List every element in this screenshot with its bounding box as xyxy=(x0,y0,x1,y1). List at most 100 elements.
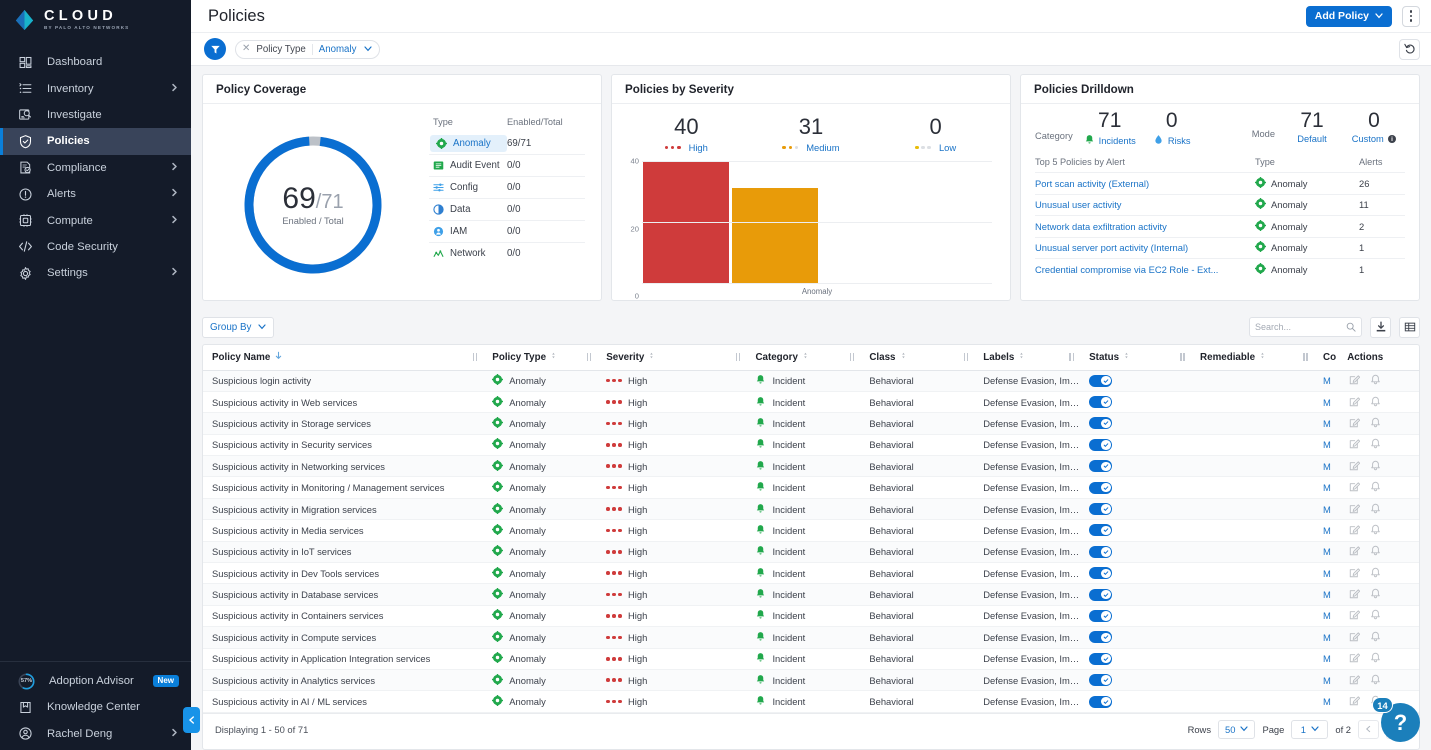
column-header-labels[interactable]: Labels xyxy=(974,345,1081,371)
collapse-sidebar-button[interactable] xyxy=(183,707,200,733)
compliance-value[interactable]: M xyxy=(1323,397,1331,408)
sort-icon[interactable] xyxy=(648,351,656,363)
coverage-row[interactable]: Network 0/0 xyxy=(429,242,585,264)
table-row[interactable]: Suspicious activity in Web services Anom… xyxy=(203,391,1419,414)
table-row[interactable]: Suspicious activity in Media services An… xyxy=(203,519,1419,542)
rows-per-page-select[interactable]: 50 xyxy=(1218,719,1256,739)
sort-icon[interactable] xyxy=(550,351,558,363)
cell-policy-name[interactable]: Suspicious activity in Dev Tools service… xyxy=(203,562,484,585)
drilldown-policy-link[interactable]: Unusual server port activity (Internal) xyxy=(1035,242,1255,253)
table-row[interactable]: Suspicious activity in Compute services … xyxy=(203,626,1419,649)
severity-stat-high[interactable]: 40 High xyxy=(624,116,749,153)
coverage-row[interactable]: Audit Event 0/0 xyxy=(429,154,585,176)
column-resize-handle[interactable] xyxy=(586,353,592,362)
status-toggle[interactable] xyxy=(1089,503,1113,516)
severity-stat-medium[interactable]: 31 Medium xyxy=(749,116,874,153)
column-header-policy-type[interactable]: Policy Type xyxy=(483,345,598,371)
status-toggle[interactable] xyxy=(1089,588,1113,601)
cell-policy-name[interactable]: Suspicious activity in Security services xyxy=(203,434,484,457)
coverage-row[interactable]: Config 0/0 xyxy=(429,176,585,198)
bell-icon[interactable] xyxy=(1370,588,1381,601)
bell-icon[interactable] xyxy=(1370,567,1381,580)
edit-icon[interactable] xyxy=(1349,695,1361,708)
bell-icon[interactable] xyxy=(1370,460,1381,473)
sidebar-item-inventory[interactable]: Inventory xyxy=(0,75,191,101)
compliance-value[interactable]: M xyxy=(1323,653,1331,664)
status-toggle[interactable] xyxy=(1089,674,1113,687)
cell-policy-name[interactable]: Suspicious activity in Networking servic… xyxy=(203,455,484,478)
edit-icon[interactable] xyxy=(1349,567,1361,580)
column-header-remediable[interactable]: Remediable xyxy=(1191,345,1315,371)
download-button[interactable] xyxy=(1370,316,1391,338)
severity-stat-low[interactable]: 0 Low xyxy=(873,116,998,153)
status-toggle[interactable] xyxy=(1089,524,1113,537)
status-toggle[interactable] xyxy=(1089,374,1113,387)
drilldown-metric-incidents[interactable]: 71 Incidents xyxy=(1079,110,1141,147)
filter-chip-policy-type[interactable]: ✕ Policy Type Anomaly xyxy=(235,39,381,59)
bell-icon[interactable] xyxy=(1370,503,1381,516)
info-icon[interactable]: i xyxy=(1387,134,1397,144)
column-header-policy-name[interactable]: Policy Name xyxy=(203,345,484,371)
help-button[interactable]: ? 14 xyxy=(1372,697,1420,742)
table-row[interactable]: Suspicious activity in Application Integ… xyxy=(203,648,1419,670)
drilldown-metric-custom[interactable]: 0 Custom i xyxy=(1343,110,1405,144)
compliance-value[interactable]: M xyxy=(1323,504,1331,515)
compliance-value[interactable]: M xyxy=(1323,568,1331,579)
sidebar-item-investigate[interactable]: Investigate xyxy=(0,102,191,128)
column-resize-handle[interactable] xyxy=(963,353,969,362)
column-resize-handle[interactable] xyxy=(1069,353,1075,362)
drilldown-policy-link[interactable]: Network data exfiltration activity xyxy=(1035,221,1255,232)
column-resize-handle[interactable] xyxy=(849,353,855,362)
compliance-value[interactable]: M xyxy=(1323,525,1331,536)
edit-icon[interactable] xyxy=(1349,460,1361,473)
column-header-severity[interactable]: Severity xyxy=(597,345,747,371)
cell-policy-name[interactable]: Suspicious activity in IoT services xyxy=(203,541,484,564)
compliance-value[interactable]: M xyxy=(1323,610,1331,621)
compliance-value[interactable]: M xyxy=(1323,439,1331,450)
search-box[interactable] xyxy=(1249,317,1362,337)
cell-policy-name[interactable]: Suspicious activity in Media services xyxy=(203,519,484,542)
compliance-value[interactable]: M xyxy=(1323,375,1331,386)
sidebar-item-adoption-advisor[interactable]: 57% Adoption Advisor New xyxy=(0,668,191,694)
bell-icon[interactable] xyxy=(1370,374,1381,387)
sidebar-item-knowledge-center[interactable]: Knowledge Center xyxy=(0,694,191,720)
edit-icon[interactable] xyxy=(1349,674,1361,687)
bell-icon[interactable] xyxy=(1370,396,1381,409)
column-resize-handle[interactable] xyxy=(735,353,741,362)
cell-policy-name[interactable]: Suspicious activity in Analytics service… xyxy=(203,669,484,692)
bell-icon[interactable] xyxy=(1370,674,1381,687)
table-row[interactable]: Suspicious activity in Migration service… xyxy=(203,498,1419,521)
group-by-button[interactable]: Group By xyxy=(202,316,275,338)
drilldown-policy-link[interactable]: Unusual user activity xyxy=(1035,199,1255,210)
app-logo[interactable]: CLOUD BY PALO ALTO NETWORKS xyxy=(0,0,191,40)
status-toggle[interactable] xyxy=(1089,417,1113,430)
status-toggle[interactable] xyxy=(1089,481,1113,494)
coverage-row[interactable]: IAM 0/0 xyxy=(429,220,585,242)
compliance-value[interactable]: M xyxy=(1323,696,1331,707)
remove-filter-icon[interactable]: ✕ xyxy=(242,44,250,54)
page-select[interactable]: 1 xyxy=(1291,719,1329,739)
sidebar-item-compliance[interactable]: Compliance xyxy=(0,155,191,181)
coverage-row[interactable]: Data 0/0 xyxy=(429,198,585,220)
sidebar-item-rachel-deng[interactable]: Rachel Deng xyxy=(0,721,191,747)
status-toggle[interactable] xyxy=(1089,567,1113,580)
bell-icon[interactable] xyxy=(1370,609,1381,622)
status-toggle[interactable] xyxy=(1089,460,1113,473)
table-row[interactable]: Suspicious activity in Analytics service… xyxy=(203,669,1419,692)
cell-policy-name[interactable]: Suspicious activity in Monitoring / Mana… xyxy=(203,476,484,499)
search-input[interactable] xyxy=(1255,322,1346,332)
edit-icon[interactable] xyxy=(1349,588,1361,601)
bell-icon[interactable] xyxy=(1370,631,1381,644)
column-header-category[interactable]: Category xyxy=(746,345,861,371)
drilldown-policy-link[interactable]: Credential compromise via EC2 Role - Ext… xyxy=(1035,264,1255,275)
compliance-value[interactable]: M xyxy=(1323,418,1331,429)
sort-asc-icon[interactable] xyxy=(274,351,283,363)
column-resize-handle[interactable] xyxy=(1303,353,1309,362)
compliance-value[interactable]: M xyxy=(1323,675,1331,686)
status-toggle[interactable] xyxy=(1089,631,1113,644)
bell-icon[interactable] xyxy=(1370,524,1381,537)
cell-policy-name[interactable]: Suspicious activity in Migration service… xyxy=(203,498,484,521)
column-settings-button[interactable] xyxy=(1399,316,1420,338)
table-row[interactable]: Suspicious activity in AI / ML services … xyxy=(203,690,1419,713)
status-toggle[interactable] xyxy=(1089,695,1113,708)
